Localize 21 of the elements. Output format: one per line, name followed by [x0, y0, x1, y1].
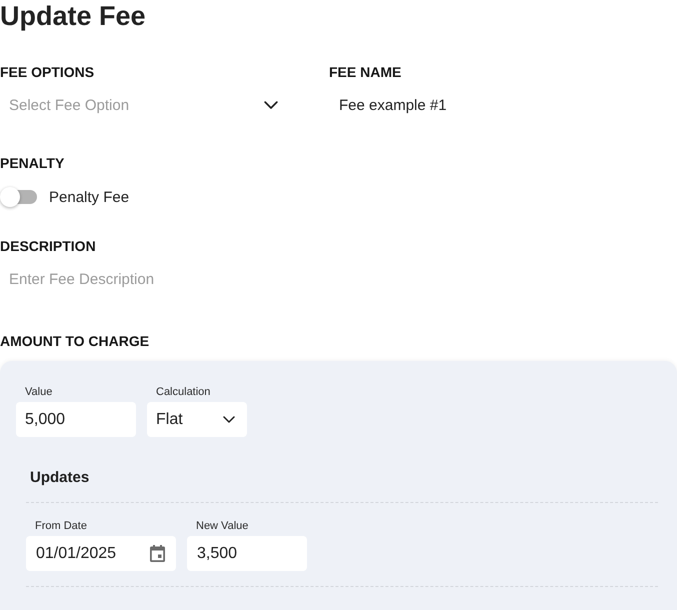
- calendar-icon[interactable]: [150, 545, 165, 562]
- calculation-select[interactable]: Flat: [147, 402, 247, 437]
- field-label: From Date: [34, 519, 88, 533]
- field-label: FEE NAME: [329, 63, 402, 81]
- field-label: New Value: [195, 519, 250, 533]
- toggle-label: Penalty Fee: [49, 188, 130, 206]
- section-label: AMOUNT TO CHARGE: [0, 332, 150, 350]
- date-field[interactable]: 01/01/2025: [26, 536, 176, 571]
- field-label: FEE OPTIONS: [0, 63, 96, 81]
- chevron-down-icon: [264, 100, 278, 110]
- penalty-toggle[interactable]: [0, 187, 37, 207]
- value-field[interactable]: 5,000: [16, 402, 136, 437]
- page-title: Update Fee: [0, 0, 147, 32]
- updates-heading: Updates: [30, 468, 90, 488]
- new-value-field[interactable]: 3,500: [187, 536, 307, 571]
- fee-name-field[interactable]: Fee example #1: [329, 90, 629, 120]
- chevron-down-icon: [223, 416, 235, 424]
- field-label: Calculation: [155, 385, 212, 399]
- field-label: Value: [24, 385, 54, 399]
- field-label: DESCRIPTION: [0, 237, 97, 255]
- field-label: PENALTY: [0, 154, 66, 172]
